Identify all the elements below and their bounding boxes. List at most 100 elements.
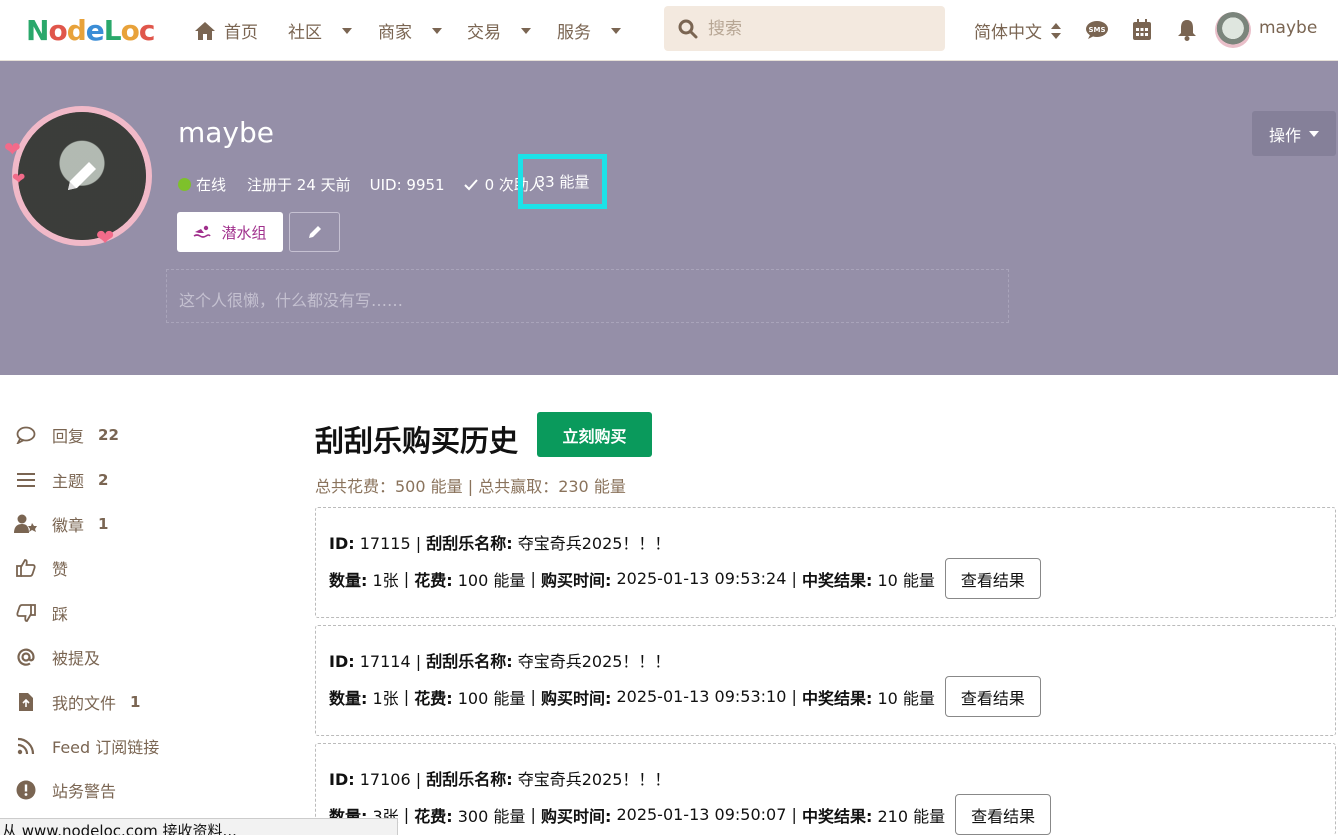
profile-hero: ❤ ❤ ❤ maybe 在线 注册于 24 天前 UID: 9951 0 次助人… bbox=[0, 61, 1338, 375]
bio-placeholder: 这个人很懒，什么都没有写…… bbox=[179, 291, 404, 310]
chevron-down-icon bbox=[611, 27, 621, 34]
calendar-button[interactable] bbox=[1130, 18, 1154, 42]
comment-icon bbox=[16, 426, 36, 444]
pencil-icon bbox=[308, 226, 321, 238]
search-box[interactable] bbox=[664, 6, 945, 51]
profile-meta: 在线 注册于 24 天前 UID: 9951 0 次助人 bbox=[178, 174, 544, 195]
sidebar-item-likes[interactable]: 赞 bbox=[14, 553, 68, 583]
purchase-summary: 总共花费：500 能量 | 总共赢取：230 能量 bbox=[315, 477, 626, 496]
nav-community[interactable]: 社区 bbox=[288, 18, 352, 43]
record-result: 10 能量 bbox=[877, 688, 935, 708]
sidebar-item-topics[interactable]: 主题 2 bbox=[14, 465, 108, 495]
nav-trade-label: 交易 bbox=[467, 23, 501, 43]
record-time: 2025-01-13 09:53:10 bbox=[616, 687, 787, 706]
list-item: ID: 17106 | 刮刮乐名称: 夺宝奇兵2025！！！ 数量: 3张 | … bbox=[315, 743, 1336, 835]
record-result: 210 能量 bbox=[877, 806, 946, 826]
calendar-icon bbox=[1133, 19, 1151, 40]
nav-services[interactable]: 服务 bbox=[557, 18, 621, 43]
sms-icon: SMS bbox=[1086, 21, 1108, 39]
messages-button[interactable]: SMS bbox=[1085, 18, 1109, 42]
header-username[interactable]: maybe bbox=[1259, 18, 1317, 38]
user-group-label: 潜水组 bbox=[221, 223, 267, 242]
nav-home[interactable]: 首页 bbox=[194, 18, 258, 43]
record-cost: 100 能量 bbox=[457, 570, 526, 590]
page-title: 刮刮乐购买历史 bbox=[315, 424, 519, 458]
energy-value: 33 能量 bbox=[535, 173, 590, 191]
sidebar-item-mentions[interactable]: 被提及 bbox=[14, 642, 100, 672]
top-header: NodeLoc 首页 社区 商家 交易 服务 简体中文 SMS maybe bbox=[0, 0, 1338, 61]
sidebar-item-count: 22 bbox=[98, 426, 119, 444]
sort-icon bbox=[1051, 22, 1061, 39]
pencil-icon bbox=[68, 162, 96, 190]
file-upload-icon bbox=[19, 693, 33, 711]
thumbs-down-icon bbox=[16, 604, 36, 622]
list-item: ID: 17115 | 刮刮乐名称: 夺宝奇兵2025！！！ 数量: 1张 | … bbox=[315, 507, 1336, 618]
record-id: 17106 bbox=[359, 770, 411, 789]
profile-username: maybe bbox=[178, 116, 275, 149]
sidebar-item-count: 1 bbox=[130, 693, 141, 711]
actions-label: 操作 bbox=[1268, 125, 1301, 145]
record-id: 17114 bbox=[359, 652, 411, 671]
nav-merchants[interactable]: 商家 bbox=[378, 18, 442, 43]
record-qty: 1张 bbox=[372, 688, 399, 708]
record-name: 夺宝奇兵2025！！！ bbox=[517, 652, 671, 671]
nav-trade[interactable]: 交易 bbox=[467, 18, 531, 43]
registered-date: 注册于 24 天前 bbox=[247, 176, 351, 194]
heart-decoration: ❤ bbox=[12, 169, 26, 188]
edit-profile-button[interactable] bbox=[289, 212, 340, 252]
bell-icon bbox=[1178, 20, 1196, 41]
search-input[interactable] bbox=[708, 18, 928, 39]
sidebar-item-feed[interactable]: Feed 订阅链接 bbox=[14, 731, 159, 761]
thumbs-up-icon bbox=[16, 559, 36, 577]
sidebar-item-label: 回复 bbox=[52, 427, 85, 446]
chevron-down-icon bbox=[342, 27, 352, 34]
record-name: 夺宝奇兵2025！！！ bbox=[517, 770, 671, 789]
svg-text:SMS: SMS bbox=[1088, 26, 1105, 34]
sidebar-item-replies[interactable]: 回复 22 bbox=[14, 420, 119, 450]
site-logo[interactable]: NodeLoc bbox=[26, 14, 155, 47]
chevron-down-icon bbox=[432, 27, 442, 34]
heart-decoration: ❤ bbox=[4, 137, 21, 161]
nav-community-label: 社区 bbox=[288, 23, 322, 43]
list-item: ID: 17114 | 刮刮乐名称: 夺宝奇兵2025！！！ 数量: 1张 | … bbox=[315, 625, 1336, 736]
sidebar-item-badges[interactable]: 徽章 1 bbox=[14, 509, 108, 539]
browser-status-bar: 从 www.nodeloc.com 接收资料... bbox=[0, 818, 398, 835]
buy-now-button[interactable]: 立刻购买 bbox=[537, 412, 652, 457]
swimmer-icon bbox=[194, 225, 212, 238]
sidebar-item-count: 1 bbox=[98, 515, 109, 533]
heart-decoration: ❤ bbox=[96, 226, 115, 251]
sidebar-item-count: 2 bbox=[98, 471, 109, 489]
rss-icon bbox=[17, 737, 35, 755]
record-time: 2025-01-13 09:53:24 bbox=[616, 569, 787, 588]
user-group-badge[interactable]: 潜水组 bbox=[177, 212, 283, 252]
nav-merchants-label: 商家 bbox=[378, 23, 412, 43]
list-icon bbox=[17, 473, 35, 487]
user-badge-icon bbox=[14, 514, 37, 533]
sidebar-item-dislikes[interactable]: 踩 bbox=[14, 598, 68, 628]
online-status: 在线 bbox=[196, 176, 227, 194]
chevron-down-icon bbox=[521, 27, 531, 34]
energy-balance: 33 能量 bbox=[518, 154, 607, 209]
sidebar-item-label: 我的文件 bbox=[52, 694, 117, 713]
check-icon bbox=[463, 178, 478, 190]
profile-avatar[interactable] bbox=[12, 106, 152, 246]
avatar[interactable] bbox=[1215, 12, 1251, 48]
bio-field[interactable]: 这个人很懒，什么都没有写…… bbox=[166, 269, 1009, 323]
sidebar-item-label: 徽章 bbox=[52, 516, 85, 535]
view-result-button[interactable]: 查看结果 bbox=[955, 794, 1052, 835]
record-qty: 1张 bbox=[372, 570, 399, 590]
online-indicator bbox=[178, 178, 191, 191]
actions-dropdown[interactable]: 操作 bbox=[1252, 111, 1336, 156]
record-id: 17115 bbox=[359, 534, 411, 553]
sidebar-item-label: Feed 订阅链接 bbox=[52, 738, 160, 757]
record-name: 夺宝奇兵2025！！！ bbox=[517, 534, 671, 553]
view-result-button[interactable]: 查看结果 bbox=[944, 676, 1041, 717]
language-selector[interactable]: 简体中文 bbox=[974, 18, 1062, 43]
sidebar-item-files[interactable]: 我的文件 1 bbox=[14, 687, 140, 717]
language-label: 简体中文 bbox=[974, 23, 1042, 43]
notifications-button[interactable] bbox=[1175, 18, 1199, 42]
sidebar-item-warnings[interactable]: 站务警告 bbox=[14, 775, 116, 805]
view-result-button[interactable]: 查看结果 bbox=[944, 558, 1041, 599]
sidebar-item-label: 赞 bbox=[52, 560, 69, 579]
sidebar-item-label: 主题 bbox=[52, 472, 85, 491]
